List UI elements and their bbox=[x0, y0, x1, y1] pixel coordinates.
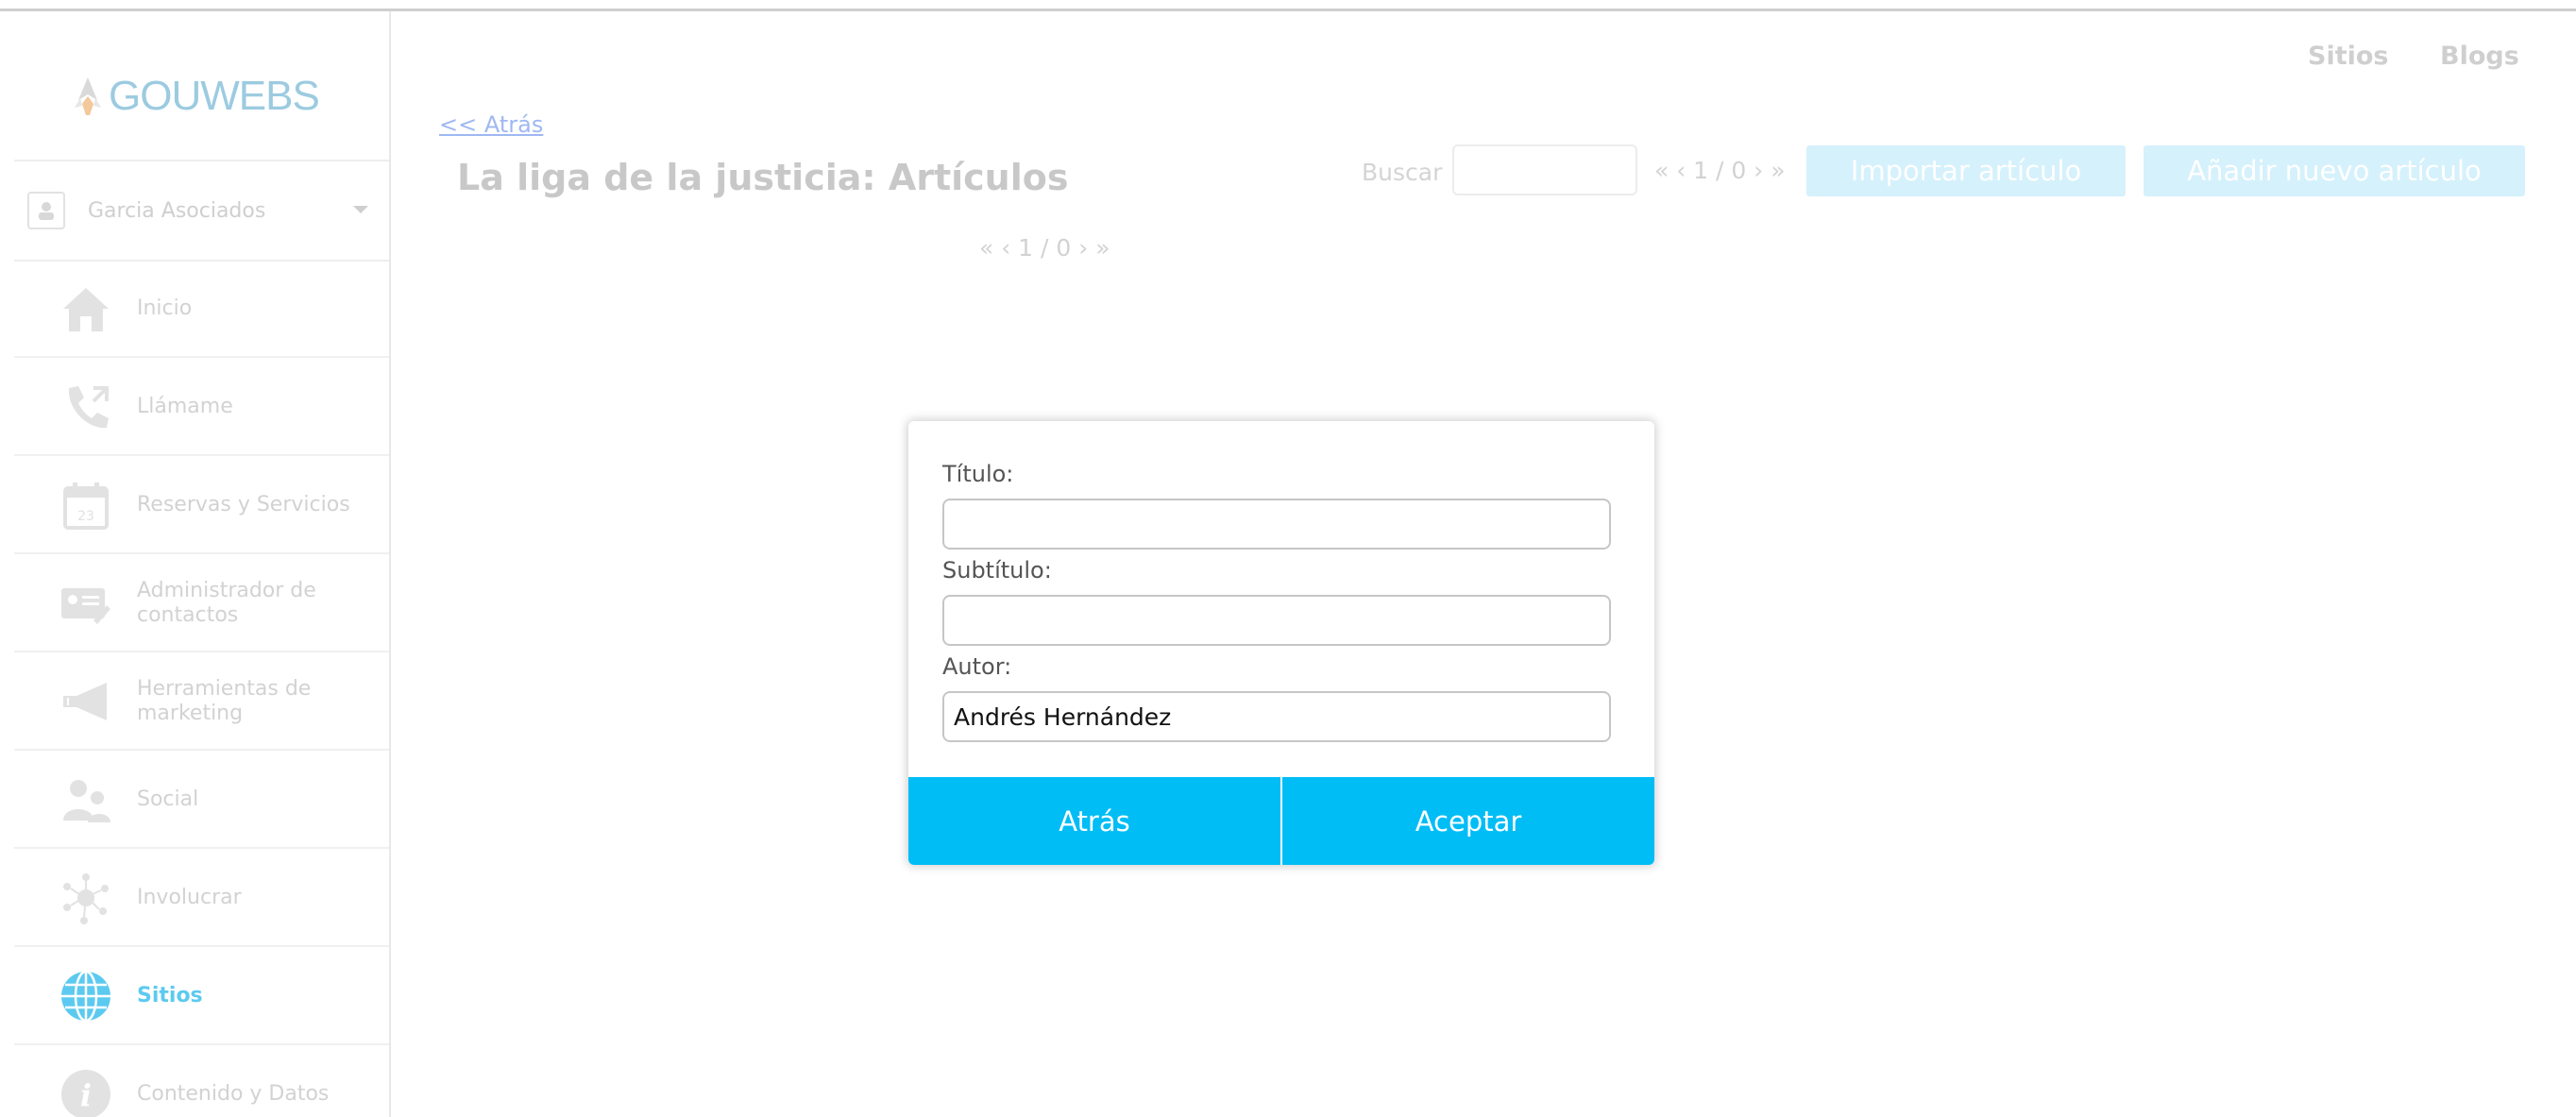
page-title: La liga de la justicia: Artículos bbox=[457, 157, 1069, 198]
sidebar: GOUWEBS Garcia Asociados Inicio Llámame … bbox=[14, 11, 391, 1117]
subtitle-field[interactable] bbox=[942, 595, 1611, 646]
author-label: Autor: bbox=[942, 653, 1012, 680]
sidebar-item-reservas[interactable]: 23 Reservas y Servicios bbox=[14, 456, 389, 554]
back-button[interactable]: Atrás bbox=[908, 777, 1280, 865]
sidebar-item-marketing[interactable]: Herramientas de marketing bbox=[14, 652, 389, 751]
app-window: GOUWEBS Garcia Asociados Inicio Llámame … bbox=[0, 0, 2576, 1117]
top-nav-sitios[interactable]: Sitios bbox=[2308, 42, 2388, 71]
sidebar-item-involucrar[interactable]: Involucrar bbox=[14, 849, 389, 947]
title-label: Título: bbox=[942, 461, 1014, 487]
logo-text: GOUWEBS bbox=[109, 73, 320, 119]
svg-text:i: i bbox=[80, 1077, 92, 1113]
back-link[interactable]: << Atrás bbox=[439, 111, 543, 138]
phone-icon bbox=[59, 381, 112, 433]
sidebar-item-label: Social bbox=[137, 787, 199, 811]
sidebar-item-contenido[interactable]: i Contenido y Datos bbox=[14, 1045, 389, 1117]
pagination-bottom[interactable]: « ‹ 1 / 0 › » bbox=[979, 234, 1110, 262]
sidebar-item-llamame[interactable]: Llámame bbox=[14, 358, 389, 456]
pagination-top[interactable]: « ‹ 1 / 0 › » bbox=[1654, 157, 1786, 184]
sidebar-item-label: Sitios bbox=[137, 984, 203, 1007]
search-input[interactable] bbox=[1452, 144, 1637, 195]
sidebar-item-label: Inicio bbox=[137, 296, 193, 320]
top-nav-blogs[interactable]: Blogs bbox=[2440, 42, 2519, 71]
info-icon: i bbox=[59, 1068, 112, 1117]
sidebar-item-contactos[interactable]: Administrador de contactos bbox=[14, 554, 389, 652]
people-icon bbox=[59, 773, 112, 826]
contact-card-icon bbox=[59, 577, 112, 630]
calendar-icon: 23 bbox=[59, 479, 112, 532]
sidebar-item-label: Involucrar bbox=[137, 886, 242, 909]
sidebar-item-label: Herramientas de marketing bbox=[137, 677, 312, 725]
svg-text:23: 23 bbox=[77, 509, 94, 524]
sidebar-item-social[interactable]: Social bbox=[14, 751, 389, 849]
article-dialog: Título: Subtítulo: Autor: Atrás Aceptar bbox=[908, 421, 1654, 865]
megaphone-icon bbox=[59, 675, 112, 728]
account-name: Garcia Asociados bbox=[88, 198, 266, 223]
user-icon bbox=[27, 192, 65, 229]
search-label: Buscar bbox=[1362, 159, 1443, 186]
account-selector[interactable]: Garcia Asociados bbox=[14, 160, 389, 262]
sidebar-item-label: Reservas y Servicios bbox=[137, 493, 350, 516]
add-article-button[interactable]: Añadir nuevo artículo bbox=[2144, 145, 2525, 196]
sidebar-item-label: Llámame bbox=[137, 395, 233, 418]
sidebar-item-inicio[interactable]: Inicio bbox=[14, 260, 389, 358]
house-icon bbox=[59, 282, 112, 335]
sidebar-item-sitios[interactable]: Sitios bbox=[14, 947, 389, 1045]
globe-icon bbox=[59, 970, 112, 1023]
accept-button[interactable]: Aceptar bbox=[1282, 777, 1654, 865]
sidebar-item-label: Contenido y Datos bbox=[137, 1082, 330, 1106]
network-icon bbox=[59, 872, 112, 924]
rocket-icon bbox=[75, 77, 101, 115]
subtitle-label: Subtítulo: bbox=[942, 557, 1052, 584]
author-field[interactable] bbox=[942, 691, 1611, 742]
sidebar-item-label: Administrador de contactos bbox=[137, 579, 316, 627]
import-article-button[interactable]: Importar artículo bbox=[1806, 145, 2126, 196]
title-field[interactable] bbox=[942, 499, 1611, 550]
brand-logo[interactable]: GOUWEBS bbox=[71, 59, 345, 134]
chevron-down-icon bbox=[353, 206, 368, 213]
